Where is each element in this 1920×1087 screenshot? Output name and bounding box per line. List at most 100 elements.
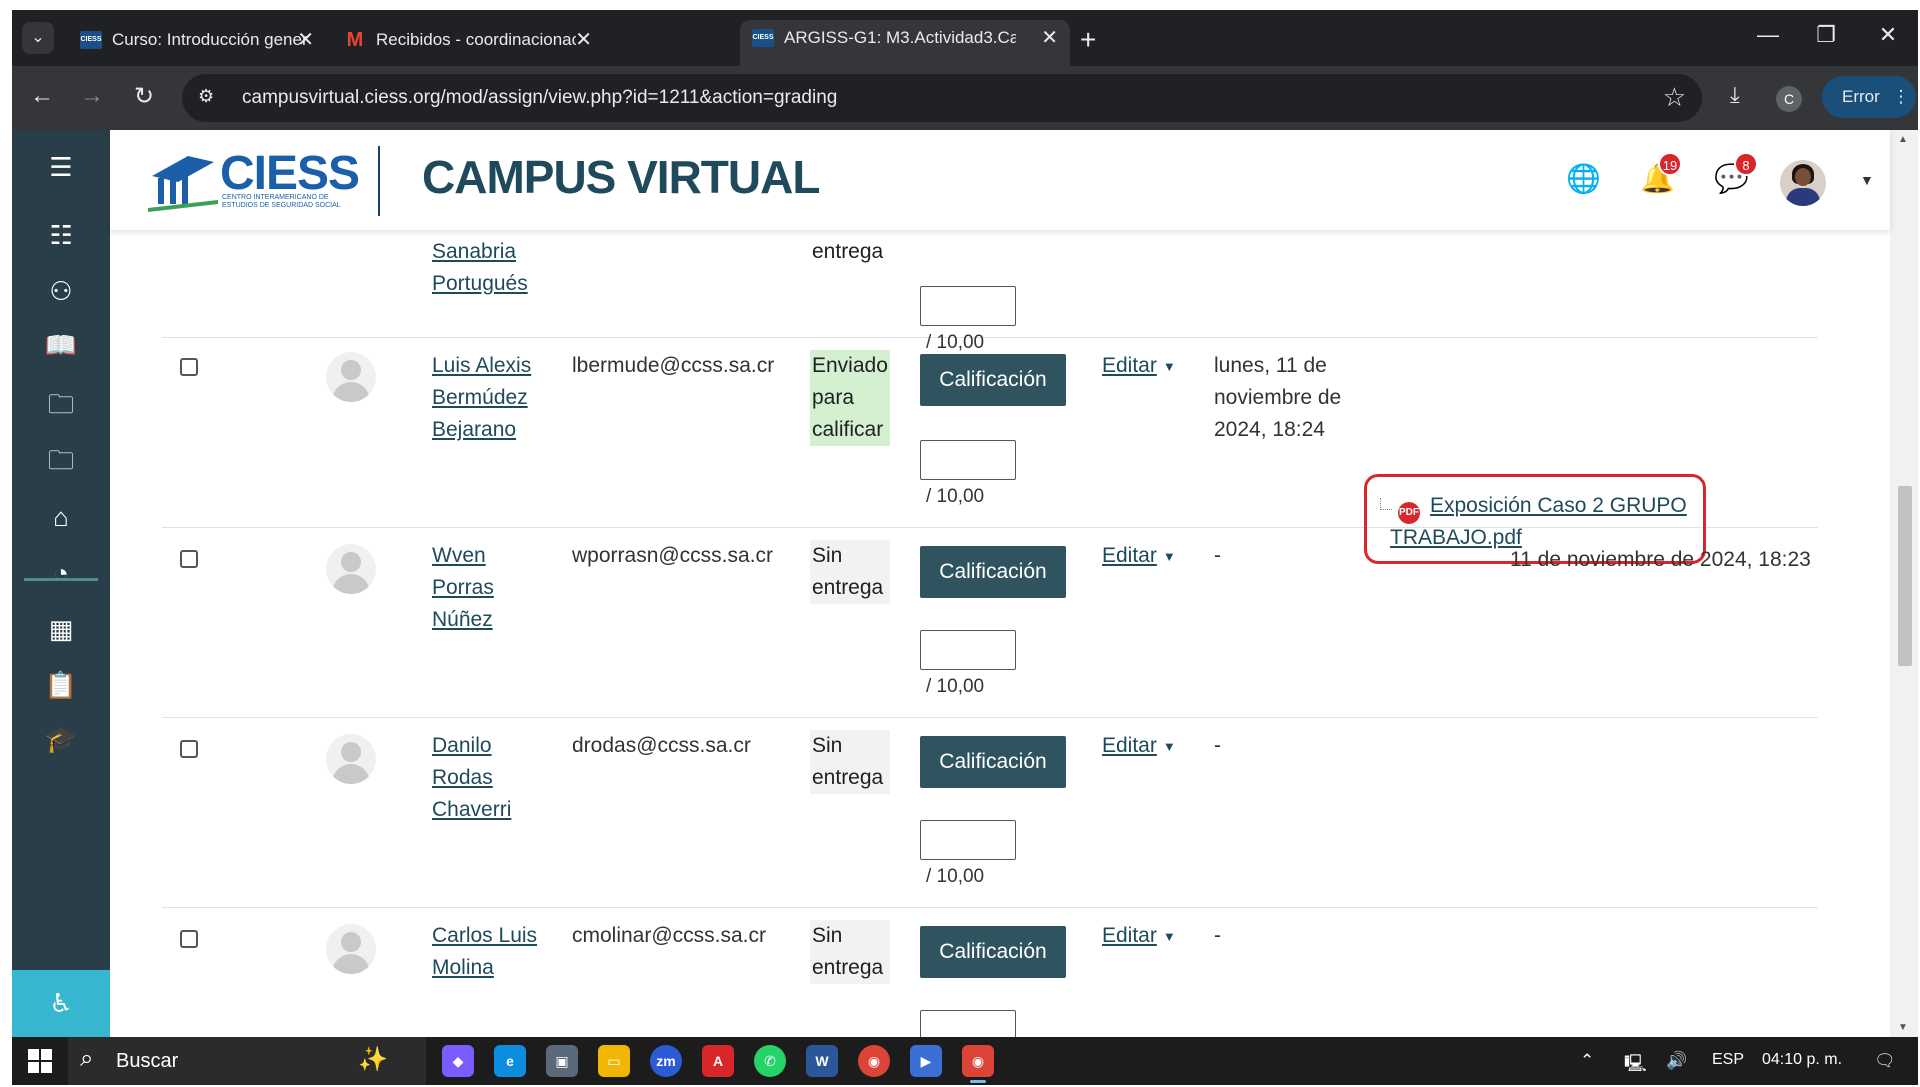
- folder-icon[interactable]: 🗀: [12, 442, 110, 486]
- grade-input[interactable]: [920, 630, 1016, 670]
- word-app-icon[interactable]: W: [806, 1045, 838, 1077]
- graduation-cap-icon[interactable]: 🎓: [12, 724, 110, 755]
- site-settings-icon[interactable]: ⚙: [198, 86, 214, 107]
- user-avatar[interactable]: [1780, 160, 1826, 206]
- logo-text[interactable]: CIESS: [220, 146, 360, 201]
- user-name-link[interactable]: Carlos Luis Molina: [432, 920, 552, 984]
- participants-icon[interactable]: ⚇: [12, 276, 110, 307]
- taskbar-search[interactable]: ⌕ Buscar ✨: [68, 1037, 426, 1085]
- close-tab-icon[interactable]: ✕: [297, 22, 314, 58]
- zoom-app-icon[interactable]: zm: [650, 1045, 682, 1077]
- chevron-down-icon: ▼: [1162, 928, 1176, 944]
- home-icon[interactable]: ⌂: [12, 502, 110, 533]
- bing-app-icon[interactable]: ▶: [910, 1045, 942, 1077]
- grade-button[interactable]: Calificación: [920, 736, 1066, 788]
- scrollbar-thumb[interactable]: [1898, 486, 1912, 666]
- clock[interactable]: 04:10 p. m.: [1762, 1051, 1842, 1069]
- book-icon[interactable]: 📖: [12, 330, 110, 361]
- chrome-app-icon[interactable]: ◉: [858, 1045, 890, 1077]
- accessibility-icon[interactable]: ♿: [12, 970, 110, 1037]
- browser-tab[interactable]: M Recibidos - coordinacionacader ✕: [332, 22, 604, 66]
- user-avatar[interactable]: [326, 924, 376, 974]
- whatsapp-app-icon[interactable]: ✆: [754, 1045, 786, 1077]
- grade-input[interactable]: [920, 440, 1016, 480]
- grade-input[interactable]: [920, 820, 1016, 860]
- page-scrollbar[interactable]: ▲ ▼: [1890, 130, 1918, 1037]
- acrobat-app-icon[interactable]: A: [702, 1045, 734, 1077]
- reload-icon[interactable]: ↻: [128, 82, 160, 111]
- edit-menu-link[interactable]: Editar ▼: [1102, 734, 1176, 758]
- status-text: entrega: [812, 240, 884, 263]
- url-text[interactable]: campusvirtual.ciess.org/mod/assign/view.…: [242, 87, 837, 109]
- menu-dots-icon: ⋮: [1892, 87, 1910, 106]
- user-name-link[interactable]: Luis Alexis Bermúdez Bejarano: [432, 350, 552, 446]
- user-avatar[interactable]: [326, 734, 376, 784]
- grade-max: / 10,00: [926, 486, 985, 507]
- notification-center-icon[interactable]: 🗨: [1874, 1051, 1896, 1071]
- user-name-link[interactable]: Danilo Rodas Chaverri: [432, 730, 552, 826]
- calendar-icon[interactable]: ▦: [12, 614, 110, 645]
- profile-error-button[interactable]: Error ⋮: [1822, 76, 1916, 118]
- ciess-logo-icon[interactable]: [148, 148, 218, 212]
- user-name-link[interactable]: Sanabria Portugués: [432, 236, 552, 300]
- site-title[interactable]: CAMPUS VIRTUAL: [422, 150, 820, 204]
- user-name-link[interactable]: Wven Porras Núñez: [432, 540, 552, 636]
- tray-chevron-up-icon[interactable]: ⌃: [1580, 1051, 1594, 1071]
- forward-icon[interactable]: →: [76, 82, 108, 110]
- edit-menu-link[interactable]: Editar ▼: [1102, 354, 1176, 378]
- windows-start-icon[interactable]: [28, 1049, 52, 1073]
- select-checkbox[interactable]: [180, 930, 198, 948]
- browser-tab-active[interactable]: CIESS ARGISS-G1: M3.Actividad3.Caso ✕: [740, 20, 1070, 66]
- scroll-down-icon[interactable]: ▼: [1898, 1022, 1908, 1033]
- minimize-icon[interactable]: —: [1748, 22, 1788, 48]
- close-tab-icon[interactable]: ✕: [575, 22, 592, 58]
- edit-menu-link[interactable]: Editar ▼: [1102, 924, 1176, 948]
- tab-title: Curso: Introducción general a la: [112, 30, 308, 49]
- scroll-up-icon[interactable]: ▲: [1898, 134, 1908, 145]
- address-bar[interactable]: ⚙ campusvirtual.ciess.org/mod/assign/vie…: [182, 74, 1702, 122]
- grade-button[interactable]: Calificación: [920, 354, 1066, 406]
- network-icon[interactable]: 🖳: [1624, 1051, 1647, 1080]
- last-modified-text: -: [1214, 924, 1221, 947]
- logo-subtitle: CENTRO INTERAMERICANO DE ESTUDIOS DE SEG…: [222, 194, 341, 209]
- new-tab-icon[interactable]: +: [1080, 24, 1096, 56]
- gmail-favicon-icon: M: [346, 29, 364, 51]
- menu-hamburger-icon[interactable]: ☰: [12, 152, 110, 183]
- language-globe-icon[interactable]: 🌐: [1566, 162, 1601, 195]
- chrome-active-app-icon[interactable]: ◉: [962, 1045, 994, 1083]
- grade-input[interactable]: [920, 1010, 1016, 1037]
- select-checkbox[interactable]: [180, 740, 198, 758]
- grade-button[interactable]: Calificación: [920, 926, 1066, 978]
- browser-tab[interactable]: CIESS Curso: Introducción general a la ✕: [68, 22, 326, 66]
- file-explorer-icon[interactable]: ▭: [598, 1045, 630, 1077]
- folder-icon[interactable]: 🗀: [12, 386, 110, 430]
- user-email: lbermude@ccss.sa.cr: [572, 354, 775, 377]
- search-icon: ⌕: [80, 1045, 94, 1072]
- grade-max: / 10,00: [926, 676, 985, 697]
- bookmark-star-icon[interactable]: ☆: [1663, 82, 1686, 113]
- course-index-icon[interactable]: ☷: [12, 220, 110, 251]
- tab-title: ARGISS-G1: M3.Actividad3.Caso: [784, 28, 1016, 47]
- grade-input[interactable]: [920, 286, 1016, 326]
- profile-avatar[interactable]: C: [1776, 86, 1802, 112]
- restore-icon[interactable]: ❐: [1806, 22, 1846, 48]
- edge-app-icon[interactable]: e: [494, 1045, 526, 1077]
- gallery-app-icon[interactable]: ▣: [546, 1045, 578, 1077]
- user-avatar[interactable]: [326, 352, 376, 402]
- close-window-icon[interactable]: ✕: [1868, 22, 1908, 48]
- clipboard-icon[interactable]: 📋: [12, 670, 110, 701]
- tab-search-button[interactable]: ⌄: [22, 22, 54, 54]
- volume-icon[interactable]: 🔊: [1666, 1051, 1687, 1071]
- dashboard-icon[interactable]: ◔: [12, 558, 110, 589]
- back-icon[interactable]: ←: [26, 82, 58, 110]
- language-indicator[interactable]: ESP: [1712, 1051, 1744, 1069]
- download-icon[interactable]: ⤓: [1730, 82, 1740, 108]
- edit-menu-link[interactable]: Editar ▼: [1102, 544, 1176, 568]
- select-checkbox[interactable]: [180, 358, 198, 376]
- user-avatar[interactable]: [326, 544, 376, 594]
- select-checkbox[interactable]: [180, 550, 198, 568]
- user-menu-caret-icon[interactable]: ▼: [1860, 172, 1874, 188]
- close-tab-icon[interactable]: ✕: [1041, 20, 1058, 56]
- grade-button[interactable]: Calificación: [920, 546, 1066, 598]
- copilot-app-icon[interactable]: ◆: [442, 1045, 474, 1077]
